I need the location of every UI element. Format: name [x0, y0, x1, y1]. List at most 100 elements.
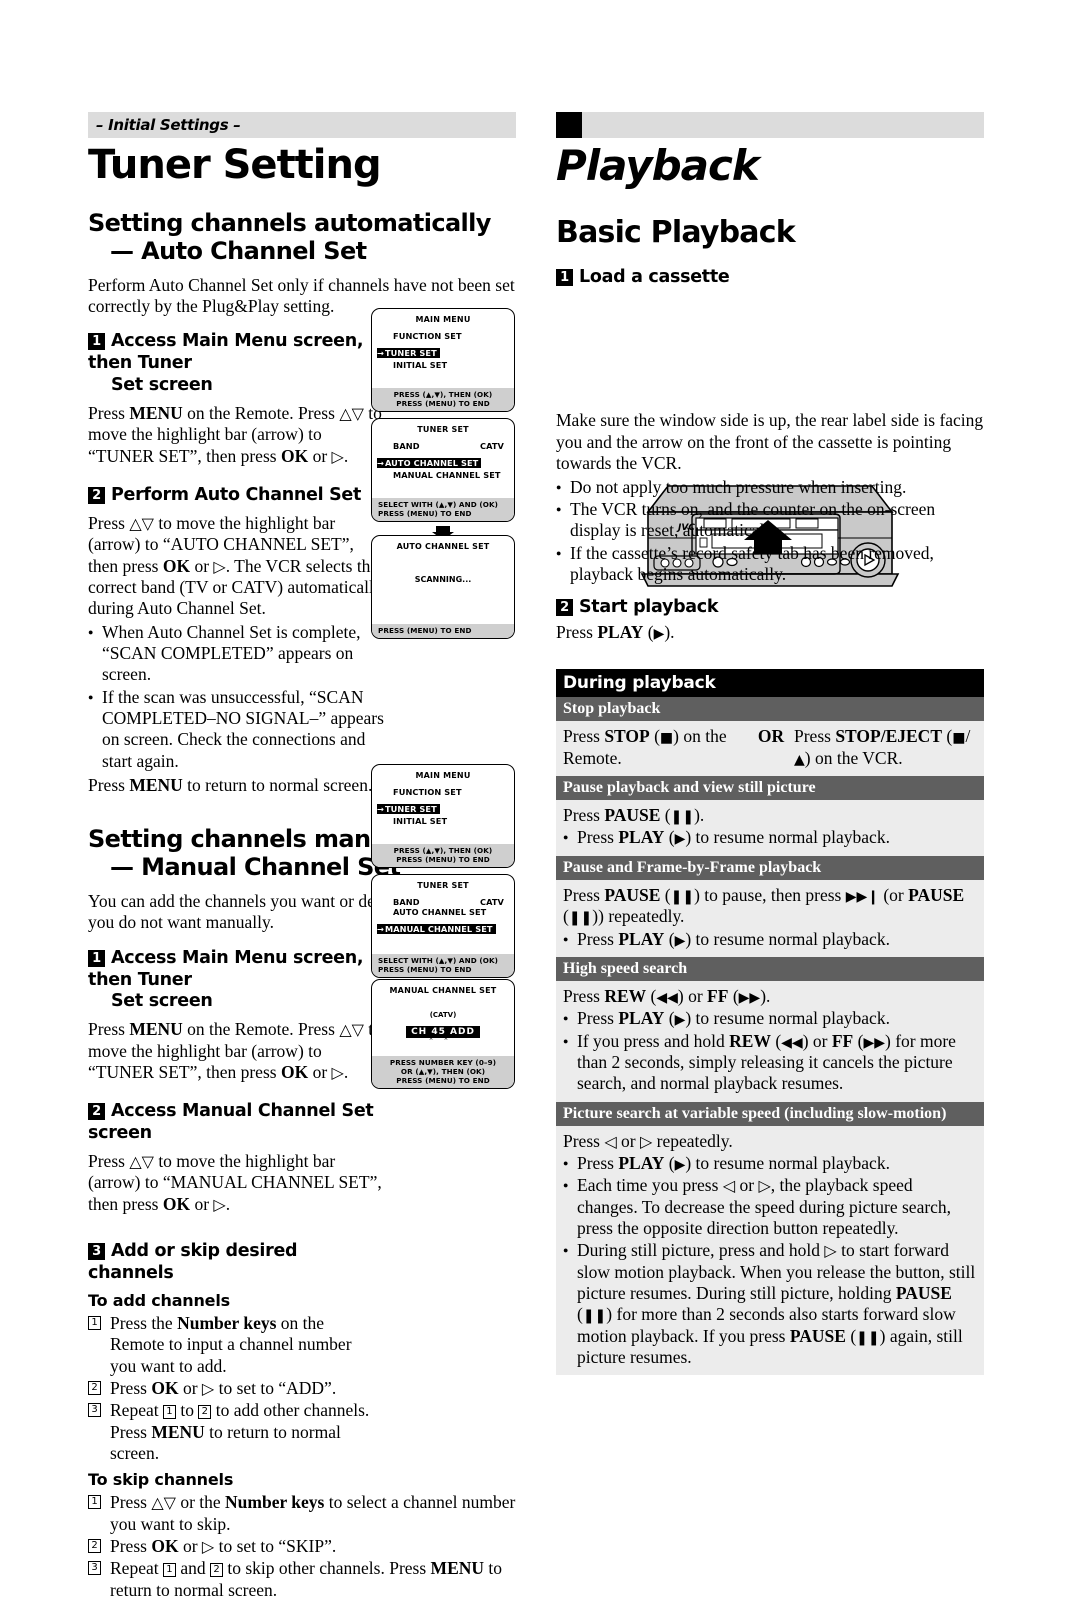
osd-tuner-set-auto: TUNER SET BAND CATV →AUTO CHANNEL SET MA… — [371, 418, 515, 522]
bullet-item: If the cassette’s record safety tab has … — [556, 543, 984, 586]
osd-footer: SELECT WITH (▲,▼) AND (OK) PRESS (MENU) … — [372, 954, 514, 977]
bullet-item: When Auto Channel Set is complete, “SCAN… — [88, 622, 388, 686]
step-badge: 1 — [556, 268, 573, 286]
table-cell-vcr: Press STOP/EJECT (■/▲) on the VCR. — [794, 726, 971, 768]
step-2-auto-end: Press MENU to return to normal screen. — [88, 775, 373, 795]
osd-main-menu-auto: MAIN MENU FUNCTION SET →TUNER SET INITIA… — [371, 308, 515, 412]
to-skip-channels-label: To skip channels — [88, 1470, 234, 1490]
osd-ch-state: ADD — [450, 1027, 475, 1037]
osd-message: SCANNING... — [414, 575, 472, 584]
during-playback-table: During playback Stop playback Press STOP… — [556, 669, 984, 1376]
bullet-item: The VCR turns on, and the counter on the… — [556, 499, 984, 542]
table-row: Press PAUSE (❚❚). Press PLAY (▶) to resu… — [556, 800, 984, 856]
osd-footer-line1: PRESS (▲,▼), THEN (OK) — [393, 390, 493, 399]
add-channels-list: 1 Press the Number keys on the Remote to … — [88, 1313, 378, 1464]
osd-footer: PRESS (MENU) TO END — [372, 624, 514, 638]
step-2-auto-label: Perform Auto Channel Set — [111, 485, 362, 505]
step-badge: 3 — [88, 1243, 105, 1261]
osd-title: MAIN MENU — [415, 771, 471, 780]
skip-channels-list: 1 Press △▽ or the Number keys to select a… — [88, 1492, 516, 1601]
osd-footer-line1: PRESS NUMBER KEY (0–9) — [389, 1058, 497, 1067]
table-row-header: High speed search — [556, 956, 984, 981]
step-2-auto-heading: 2 Perform Auto Channel Set — [88, 485, 388, 507]
step-1-auto-line1: Access Main Menu screen, then Tuner — [88, 331, 364, 374]
to-add-channels-label: To add channels — [88, 1290, 230, 1310]
bullet-item: If the scan was unsuccessful, “SCAN COMP… — [88, 687, 388, 772]
table-row-header: Pause playback and view still picture — [556, 776, 984, 801]
step-2-manual-label: Access Manual Channel Set screen — [88, 1101, 374, 1144]
kicker-label: – Initial Settings – — [96, 116, 241, 134]
osd-footer: PRESS (▲,▼), THEN (OK) PRESS (MENU) TO E… — [372, 388, 514, 411]
cassette-instructions: Make sure the window side is up, the rea… — [556, 410, 984, 474]
page-title-tuner-setting: Tuner Setting — [88, 142, 382, 188]
step-2-playback-text: Press PLAY (▶). — [556, 622, 675, 643]
osd-footer-line1: PRESS (MENU) TO END — [378, 626, 472, 635]
step-2-auto-bullets: When Auto Channel Set is complete, “SCAN… — [88, 622, 388, 772]
osd-row: INITIAL SET — [393, 816, 448, 826]
vcr-illustration-wrap: JVC — [556, 288, 984, 588]
step-1-manual-line2: Set screen — [111, 991, 213, 1012]
osd-row-highlighted: →MANUAL CHANNEL SET — [377, 924, 496, 934]
table-row: Press ◁ or ▷ repeatedly. Press PLAY (▶) … — [556, 1125, 984, 1376]
osd-row: AUTO CHANNEL SET — [393, 907, 487, 917]
osd-auto-channel-set-scanning: AUTO CHANNEL SET SCANNING... PRESS (MENU… — [371, 535, 515, 639]
bullet-item: Press PLAY (▶) to resume normal playback… — [563, 1153, 977, 1174]
osd-band-value: CATV — [479, 897, 504, 907]
osd-band-value: CATV — [479, 441, 504, 451]
table-row: Press PAUSE (❚❚) to pause, then press ▶▶… — [556, 879, 984, 957]
step-badge: 2 — [88, 487, 105, 504]
osd-carets: ⌃⌃ — [428, 1037, 458, 1045]
bullet-item: Do not apply too much pressure when inse… — [556, 477, 984, 498]
list-item: 1 Press the Number keys on the Remote to … — [88, 1313, 378, 1377]
bullet-item: Press PLAY (▶) to resume normal playback… — [563, 827, 977, 848]
osd-footer-line2: PRESS (MENU) TO END — [396, 399, 490, 408]
step-badge: 1 — [88, 333, 105, 351]
black-square-icon — [556, 112, 582, 138]
bullet-item: During still picture, press and hold ▷ t… — [563, 1240, 977, 1368]
bullet-item: If you press and hold REW (◀◀) or FF (▶▶… — [563, 1031, 977, 1095]
osd-title: TUNER SET — [417, 881, 469, 890]
osd-footer-line3: PRESS (MENU) TO END — [396, 1076, 490, 1085]
list-item: 3 Repeat 1 and 2 to skip other channels. … — [88, 1558, 516, 1601]
osd-title: MAIN MENU — [415, 315, 471, 324]
step-2-manual-heading: 2 Access Manual Channel Set screen — [88, 1101, 388, 1145]
right-column: Playback Basic Playback 1 Load a cassette… — [556, 112, 984, 1376]
osd-row-band: BAND CATV — [385, 441, 514, 451]
step-2-auto-text: Press △▽ to move the highlight bar (arro… — [88, 512, 383, 619]
step-1-playback-label: Load a cassette — [579, 266, 730, 287]
osd-row: FUNCTION SET — [393, 331, 462, 341]
step-3-manual-label: Add or skip desired channels — [88, 1241, 298, 1283]
step-2-playback-heading: 2 Start playback — [556, 597, 984, 619]
list-item: 2 Press OK or ▷ to set to “ADD”. — [88, 1378, 378, 1399]
step-2-manual-text: Press △▽ to move the highlight bar (arro… — [88, 1151, 382, 1214]
osd-footer-line2: PRESS (MENU) TO END — [378, 509, 472, 518]
osd-footer-line1: SELECT WITH (▲,▼) AND (OK) — [378, 500, 499, 509]
osd-manual-channel-set: MANUAL CHANNEL SET (CATV) CH 45 ADD ⌃⌃ P… — [371, 979, 515, 1089]
section-heading-basic-playback: Basic Playback — [556, 215, 796, 251]
osd-tuner-set-manual: TUNER SET BAND CATV AUTO CHANNEL SET →MA… — [371, 874, 515, 978]
step-badge: 1 — [88, 949, 105, 967]
list-item: 3 Repeat 1 to 2 to add other channels. Pre… — [88, 1400, 378, 1464]
left-header-bar: – Initial Settings – — [88, 112, 516, 138]
step-1-playback-heading: 1 Load a cassette — [556, 267, 984, 289]
section-heading-line2: — Auto Channel Set — [110, 236, 367, 265]
osd-footer: PRESS (▲,▼), THEN (OK) PRESS (MENU) TO E… — [372, 844, 514, 867]
step-badge: 2 — [556, 599, 573, 617]
step-1-manual-line1: Access Main Menu screen, then Tuner — [88, 947, 364, 990]
section-heading-auto-channel-set: Setting channels automatically — Auto Ch… — [88, 209, 516, 266]
osd-title: TUNER SET — [417, 425, 469, 434]
osd-row-highlighted: →AUTO CHANNEL SET — [377, 458, 482, 468]
osd-footer: PRESS NUMBER KEY (0–9) OR (▲,▼), THEN (O… — [372, 1056, 514, 1088]
step-1-auto-line2: Set screen — [111, 375, 213, 396]
bullet-item: Press PLAY (▶) to resume normal playback… — [563, 929, 977, 950]
osd-band-label: BAND — [393, 897, 420, 907]
osd-main-menu-manual: MAIN MENU FUNCTION SET →TUNER SET INITIA… — [371, 764, 515, 868]
bullet-item: Press PLAY (▶) to resume normal playback… — [563, 1008, 977, 1029]
cassette-bullets: Do not apply too much pressure when inse… — [556, 477, 984, 586]
list-item: 1 Press △▽ or the Number keys to select a… — [88, 1492, 516, 1535]
osd-row: INITIAL SET — [393, 360, 448, 370]
step-3-manual-heading: 3 Add or skip desired channels — [88, 1241, 388, 1285]
step-1-manual-heading: 1 Access Main Menu screen, then Tuner Set… — [88, 948, 388, 1014]
osd-row-band: BAND CATV — [385, 897, 514, 907]
osd-row: FUNCTION SET — [393, 787, 462, 797]
